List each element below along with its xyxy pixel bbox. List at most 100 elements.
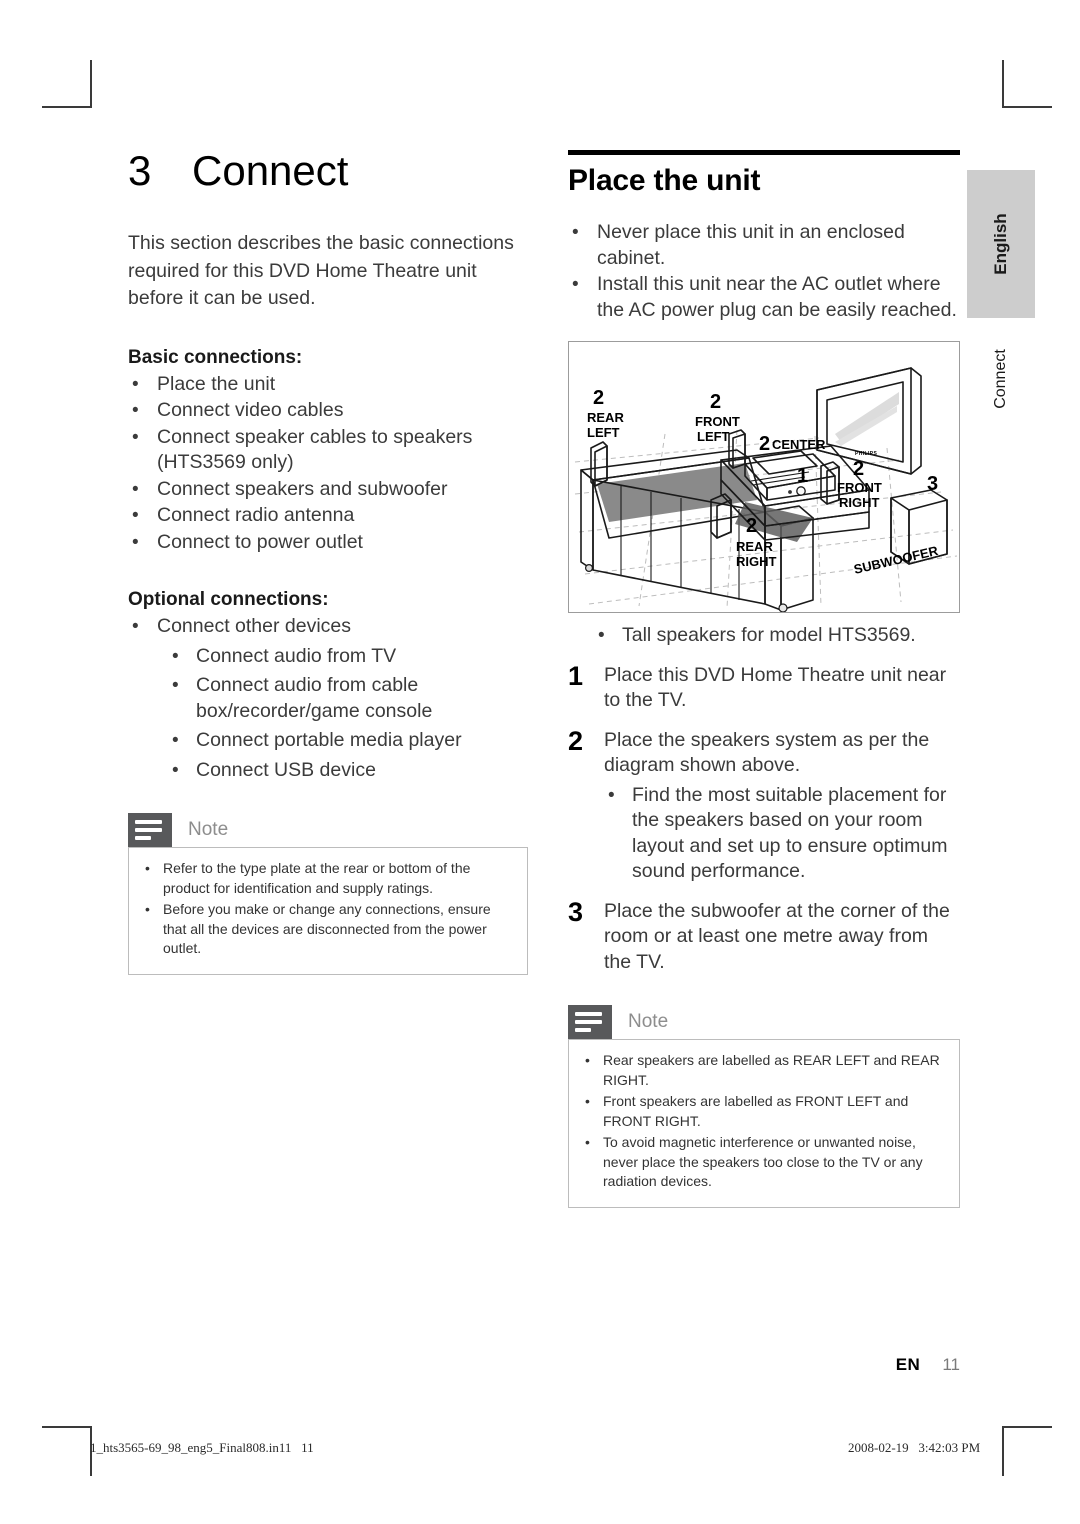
step-number: 3: [568, 896, 584, 927]
list-item-label: Connect video cables: [157, 399, 344, 421]
bullet-icon: •: [572, 274, 579, 295]
label-rear-left-line2: LEFT: [587, 425, 620, 440]
bullet-icon: •: [572, 222, 579, 243]
list-item-label: Before you make or change any connection…: [163, 901, 491, 956]
footer-filename: 1_hts3565-69_98_eng5_Final808.in11 11: [90, 1440, 314, 1455]
list-item-label: Connect speakers and subwoofer: [157, 477, 448, 500]
list-item-label: Connect speaker cables to speakers (HTS3…: [157, 425, 473, 474]
side-tab-chapter-label: Connect: [992, 349, 1009, 409]
note-label: Note: [628, 1011, 669, 1032]
bullet-icon: •: [132, 478, 139, 500]
bullet-icon: •: [132, 400, 139, 421]
bullet-icon: •: [598, 625, 605, 646]
numbered-steps: 1 Place this DVD Home Theatre unit near …: [568, 662, 960, 976]
chapter-title: Connect: [192, 147, 349, 194]
tv-brand-text: PHILIPS: [855, 451, 878, 457]
list-item-label: Refer to the type plate at the rear or b…: [163, 860, 471, 896]
bullet-icon: •: [172, 675, 179, 696]
label-unit-number: 1: [797, 465, 808, 487]
list-item-label: Connect audio from cable box/recorder/ga…: [196, 674, 433, 722]
intro-paragraph: This section describes the basic connect…: [128, 232, 514, 309]
bullet-icon: •: [132, 531, 139, 553]
list-item: • Install this unit near the AC outlet wh…: [568, 272, 960, 323]
note-lines-icon: [128, 813, 172, 847]
manual-page: 3 Connect This section describes the bas…: [0, 0, 1080, 1524]
list-item-label: To avoid magnetic interference or unwant…: [603, 1134, 923, 1189]
step-2-sublist: • Find the most suitable placement for th…: [604, 783, 960, 885]
list-item-label: Connect other devices: [157, 615, 352, 637]
bullet-icon: •: [145, 901, 150, 917]
page-number-lang: EN: [895, 1355, 921, 1374]
label-subwoofer-number: 3: [927, 473, 938, 495]
list-item: • Connect USB device: [168, 758, 528, 784]
note-box-left: Note • Refer to the type plate at the rea…: [128, 813, 528, 975]
label-front-left-number: 2: [710, 391, 721, 413]
list-item: • Rear speakers are labelled as REAR LEFT…: [579, 1051, 947, 1090]
list-item-label: Connect portable media player: [196, 729, 462, 751]
bullet-icon: •: [172, 759, 179, 781]
list-item: • Connect portable media player: [168, 728, 528, 754]
label-rear-left-line1: REAR: [587, 410, 624, 425]
basic-connections-heading: Basic connections:: [128, 346, 303, 368]
bullet-icon: •: [132, 426, 139, 448]
step-2: 2 Place the speakers system as per the d…: [568, 725, 960, 779]
list-item-label: Connect to power outlet: [157, 530, 363, 553]
bullet-icon: •: [172, 645, 179, 667]
list-item-label: Never place this unit in an enclosed cab…: [597, 221, 905, 269]
list-item: • Connect audio from cable box/recorder/g…: [168, 673, 528, 724]
step-text: Place the subwoofer at the corner of the…: [604, 899, 950, 973]
list-item-label: Rear speakers are labelled as REAR LEFT …: [603, 1052, 940, 1088]
page-number-value: 11: [942, 1355, 960, 1374]
label-front-left-line1: FRONT: [695, 414, 740, 429]
optional-connections-list: • Connect other devices: [128, 614, 528, 640]
list-item: • Connect speaker cables to speakers (HTS…: [128, 425, 528, 476]
list-item: • Place the unit: [128, 372, 528, 398]
step-number: 2: [568, 725, 584, 756]
optional-connections-heading: Optional connections:: [128, 589, 329, 610]
section-rule: [568, 150, 960, 155]
label-front-left-line2: LEFT: [697, 429, 730, 444]
bullet-icon: •: [132, 616, 139, 637]
note-body: • Refer to the type plate at the rear or …: [128, 847, 528, 975]
list-item: • Tall speakers for model HTS3569.: [594, 623, 960, 649]
bullet-icon: •: [172, 730, 179, 751]
label-center-number: 2: [759, 433, 770, 455]
bullet-icon: •: [585, 1093, 590, 1109]
note-label: Note: [188, 819, 229, 840]
list-item-label: Connect USB device: [196, 758, 376, 781]
bullet-icon: •: [585, 1134, 590, 1150]
step-1: 1 Place this DVD Home Theatre unit near …: [568, 662, 960, 714]
list-item: • Connect to power outlet: [128, 530, 528, 556]
basic-connections-list: • Place the unit • Connect video cables • C…: [128, 372, 528, 556]
chapter-heading: 3 Connect: [128, 150, 528, 192]
bullet-icon: •: [585, 1052, 590, 1068]
list-item-label: Install this unit near the AC outlet whe…: [597, 273, 957, 321]
step-text: Place the speakers system as per the dia…: [604, 728, 930, 777]
list-item: • To avoid magnetic interference or unwan…: [579, 1133, 947, 1192]
optional-connections-sublist: • Connect audio from TV • Connect audio fr…: [168, 644, 528, 784]
list-item-label: Tall speakers for model HTS3569.: [622, 624, 916, 646]
label-rear-right-number: 2: [746, 515, 757, 537]
left-column: 3 Connect This section describes the bas…: [128, 150, 528, 975]
step-3: 3 Place the subwoofer at the corner of t…: [568, 896, 960, 976]
label-front-right-line2: RIGHT: [839, 495, 880, 510]
list-item: • Connect radio antenna: [128, 503, 528, 529]
side-tab-chapter: Connect: [967, 324, 1035, 434]
bullet-icon: •: [132, 373, 139, 395]
list-item: • Connect audio from TV: [168, 644, 528, 670]
label-rear-right-line2: RIGHT: [736, 554, 777, 569]
list-item: • Before you make or change any connectio…: [139, 900, 515, 959]
note-lines-icon: [568, 1005, 612, 1039]
note-box-right: Note • Rear speakers are labelled as REAR…: [568, 1005, 960, 1208]
label-center-text: CENTER: [772, 437, 826, 452]
footer-timestamp: 2008-02-19 3:42:03 PM: [848, 1440, 981, 1455]
bullet-icon: •: [132, 505, 139, 526]
list-item: • Connect other devices: [128, 614, 528, 640]
note-header: Note: [568, 1005, 960, 1039]
place-unit-bullets: • Never place this unit in an enclosed ca…: [568, 220, 960, 323]
note-list: • Refer to the type plate at the rear or …: [139, 859, 515, 959]
right-column: Place the unit • Never place this unit in…: [568, 150, 960, 1208]
list-item: • Refer to the type plate at the rear or …: [139, 859, 515, 898]
list-item: • Find the most suitable placement for th…: [604, 783, 960, 885]
label-front-right-line1: FRONT: [837, 480, 882, 495]
